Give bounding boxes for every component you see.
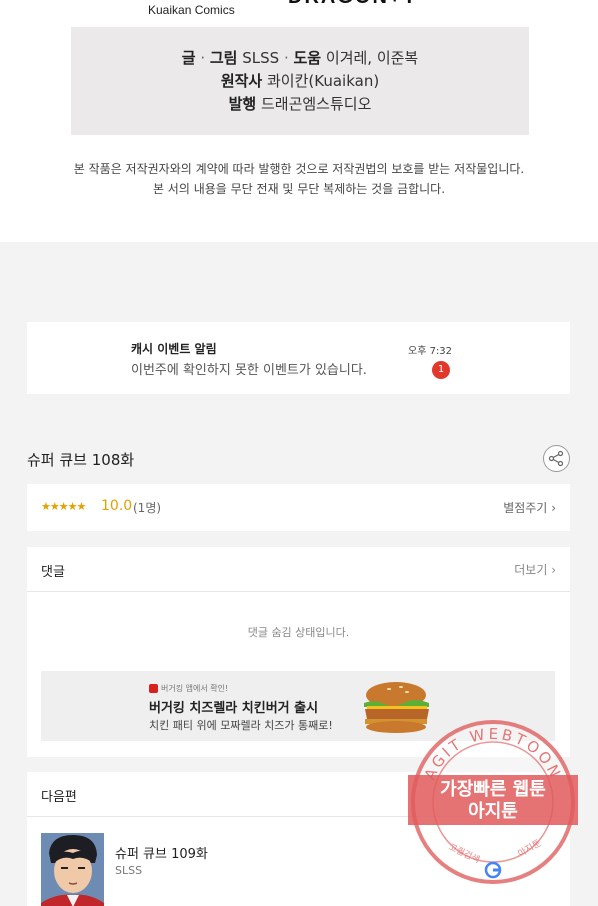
copyright-line: 본 작품은 저작권자와의 계약에 따라 발행한 것으로 저작권법의 보호를 받는…	[73, 162, 525, 176]
creator-name: SLSS	[242, 49, 280, 67]
next-episode-title-label: 다음편	[41, 790, 77, 805]
credit-line-publisher: 발행 드래곤엠스튜디오	[71, 93, 529, 116]
share-button[interactable]	[543, 445, 570, 472]
rate-label: 별점주기	[503, 501, 548, 515]
original-value: 콰이칸(Kuaikan)	[267, 72, 380, 90]
ad-tag-text: 버거킹 앱에서 확인!	[161, 684, 229, 693]
publisher-value: 드래곤엠스튜디오	[260, 95, 372, 113]
next-episode-author: SLSS	[115, 864, 143, 877]
cash-event-notification[interactable]: 캐시 이벤트 알림 이번주에 확인하지 못한 이벤트가 있습니다. 오후 7:3…	[27, 322, 570, 394]
watermark-stamp: AGIT WEBTOON 가장빠른 웹툰 아지툰 고퀄검색 아지툰	[408, 720, 578, 884]
comments-title: 댓글	[41, 565, 65, 580]
ad-tag: 버거킹 앱에서 확인!	[149, 683, 228, 694]
share-icon	[548, 450, 564, 467]
rating-card: ★★★★★ 10.0 (1명) 별점주기 ›	[27, 484, 570, 531]
episode-title: 슈퍼 큐브 108화	[27, 451, 135, 469]
copyright-line: 본 서의 내용을 무단 전재 및 무단 복제하는 것을 금합니다.	[152, 182, 446, 196]
brand-logo: DRAGON+Y	[288, 0, 418, 9]
stamp-line1: 가장빠른 웹툰	[440, 779, 546, 800]
ad-description: 치킨 패티 위에 모짜렐라 치즈가 통째로!	[149, 719, 333, 732]
original-label: 원작사	[220, 72, 263, 90]
next-episode-thumbnail[interactable]	[41, 833, 104, 906]
writer-label: 글	[181, 49, 196, 67]
star-rating: ★★★★★	[41, 500, 86, 513]
credit-box: 글 · 그림 SLSS · 도움 이겨레, 이준복 원작사 콰이칸(Kuaika…	[71, 27, 529, 135]
credit-line-creators: 글 · 그림 SLSS · 도움 이겨레, 이준복	[181, 49, 419, 67]
more-comments-button[interactable]: 더보기 ›	[514, 561, 556, 578]
publisher-label: 발행	[228, 95, 257, 113]
credits-section: Kuaikan Comics DRAGON+Y 글 · 그림 SLSS · 도움…	[0, 0, 598, 242]
rating-score: 10.0	[101, 498, 133, 514]
chevron-right-icon: ›	[551, 563, 556, 577]
credit-line-original: 원작사 콰이칸(Kuaikan)	[71, 70, 529, 93]
notification-message: 이번주에 확인하지 못한 이벤트가 있습니다.	[131, 363, 367, 378]
assist-label: 도움	[293, 49, 322, 67]
chevron-right-icon: ›	[551, 501, 556, 515]
character-thumbnail	[41, 833, 104, 906]
rate-button[interactable]: 별점주기 ›	[503, 499, 556, 516]
notification-badge: 1	[432, 361, 450, 379]
comments-hidden-message: 댓글 숨김 상태입니다.	[247, 626, 350, 639]
copyright-notice: 본 작품은 저작권자와의 계약에 따라 발행한 것으로 저작권법의 보호를 받는…	[0, 159, 598, 199]
next-episode-title[interactable]: 슈퍼 큐브 109화	[115, 843, 208, 862]
notification-title: 캐시 이벤트 알림	[131, 342, 217, 356]
notification-time: 오후 7:32	[408, 346, 453, 357]
publisher-name: Kuaikan Comics	[148, 3, 235, 17]
ad-title: 버거킹 치즈렐라 치킨버거 출시	[149, 701, 319, 716]
comments-header: 댓글 더보기 ›	[27, 547, 570, 592]
rating-count: (1명)	[133, 501, 162, 515]
stamp-line2: 아지툰	[468, 801, 518, 822]
burger-king-logo-icon	[149, 684, 158, 693]
art-label: 그림	[209, 49, 238, 67]
more-label: 더보기	[514, 563, 548, 577]
assistant-names: 이겨레, 이준복	[325, 49, 419, 67]
